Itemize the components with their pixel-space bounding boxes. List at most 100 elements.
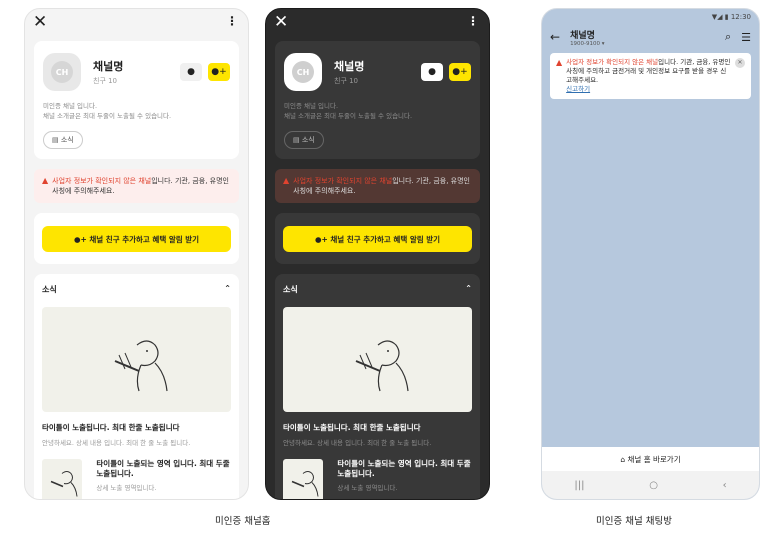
menu-icon[interactable]: ☰ xyxy=(741,31,751,44)
add-channel-icon: ●+ xyxy=(452,67,468,77)
status-time: 12:30 xyxy=(730,13,751,21)
channel-description: 미인증 채널 입니다. 채널 소개글은 최대 두줄이 노출될 수 있습니다. xyxy=(43,101,230,121)
news-button-label: 소식 xyxy=(60,136,74,144)
home-icon: ⌂ xyxy=(620,454,628,464)
back-arrow-icon[interactable]: ← xyxy=(550,30,560,44)
list-item[interactable]: 타이틀이 노출되는 영역 입니다. 최대 두줄 노출됩니다. 상세 노출 영역입… xyxy=(42,459,231,499)
channel-name: 채널명 xyxy=(93,60,124,73)
warning-banner: ▲ 사업자 정보가 확인되지 않은 채널입니다. 기관, 금융, 유명인 사칭에… xyxy=(34,169,239,203)
thumbnail xyxy=(42,459,83,499)
warning-banner: ▲ 사업자 정보가 확인되지 않은 채널입니다. 기관, 금융, 유명인 사칭에… xyxy=(550,53,751,99)
top-bar: ✕ ⋮ xyxy=(25,9,248,37)
post-image[interactable] xyxy=(42,307,231,412)
news-section-title: 소식 xyxy=(42,285,57,294)
friend-count: 친구 10 xyxy=(334,77,359,85)
report-link[interactable]: 신고하기 xyxy=(566,85,590,93)
avatar: CH xyxy=(43,53,81,91)
add-friend-label: 채널 친구 추가하고 혜택 알림 받기 xyxy=(330,234,441,244)
thumbnail xyxy=(283,459,324,499)
more-icon[interactable]: ⋮ xyxy=(226,14,238,28)
person-phone-illustration xyxy=(114,339,168,391)
chevron-up-icon[interactable]: ⌃ xyxy=(224,284,231,295)
warning-text: 사업자 정보가 확인되지 않은 채널입니다. 기관, 금융, 유명인 사칭에 주… xyxy=(52,176,231,196)
channel-description: 미인증 채널 입니다. 채널 소개글은 최대 두줄이 노출될 수 있습니다. xyxy=(284,101,471,121)
channel-chat-room: ▼◢ ▮ 12:30 ← 채널명 1900-9100 ▾ ⌕ ☰ ▲ 사업자 정… xyxy=(541,8,760,500)
warning-text: 사업자 정보가 확인되지 않은 채널입니다. 기관, 금융, 유명인 사칭에 주… xyxy=(293,176,472,196)
warning-banner: ▲ 사업자 정보가 확인되지 않은 채널입니다. 기관, 금융, 유명인 사칭에… xyxy=(275,169,480,203)
caption-right: 미인증 채널 채팅방 xyxy=(596,516,672,527)
news-section: 소식 ⌃ 타이틀이 노출됩니다. 최대 한줄 노출됩니다 안녕하세요. 상세 내용… xyxy=(34,274,239,499)
status-bar: ▼◢ ▮ 12:30 xyxy=(542,9,759,25)
add-friend-button[interactable]: ●+ 채널 친구 추가하고 혜택 알림 받기 xyxy=(42,226,231,252)
news-section: 소식 ⌃ 타이틀이 노출됩니다. 최대 한줄 노출됩니다 안녕하세요. 상세 내용… xyxy=(275,274,480,499)
list-item[interactable]: 타이틀이 노출되는 영역 입니다. 최대 두줄 노출됩니다. 상세 노출 영역입… xyxy=(283,459,472,499)
close-icon[interactable]: ✕ xyxy=(735,58,745,68)
desc-line: 미인증 채널 입니다. xyxy=(284,102,339,110)
desc-line: 채널 소개글은 최대 두줄이 노출될 수 있습니다. xyxy=(43,112,172,120)
post-image[interactable] xyxy=(283,307,472,412)
channel-home-light: ✕ ⋮ CH 채널명 친구 10 ● ●+ 미인증 채널 입니다. 채널 소개글… xyxy=(24,8,249,500)
chat-bubble-icon: ● xyxy=(428,67,436,77)
person-phone-illustration xyxy=(291,471,319,497)
item-subtitle: 상세 노출 영역입니다. xyxy=(337,484,398,492)
chat-button[interactable]: ● xyxy=(180,63,202,81)
news-button[interactable]: ▤ 소식 xyxy=(43,131,83,149)
desc-line: 채널 소개글은 최대 두줄이 노출될 수 있습니다. xyxy=(284,112,413,120)
post-subtitle: 안녕하세요. 상세 내용 입니다. 최대 한 줄 노출 됩니다. xyxy=(283,439,432,447)
friend-count: 친구 10 xyxy=(93,77,118,85)
profile-card: CH 채널명 친구 10 ● ●+ 미인증 채널 입니다. 채널 소개글은 최대… xyxy=(34,41,239,159)
warning-text: 사업자 정보가 확인되지 않은 채널입니다. 기관, 금융, 유명인 사칭에 주… xyxy=(566,58,731,94)
chat-bubble-icon: ● xyxy=(187,67,195,77)
chat-header: ← 채널명 1900-9100 ▾ ⌕ ☰ xyxy=(542,25,759,49)
post-subtitle: 안녕하세요. 상세 내용 입니다. 최대 한 줄 노출 됩니다. xyxy=(42,439,191,447)
warning-highlight: 사업자 정보가 확인되지 않은 채널 xyxy=(566,58,659,66)
news-button[interactable]: ▤ 소식 xyxy=(284,131,324,149)
desc-line: 미인증 채널 입니다. xyxy=(43,102,98,110)
add-friend-button[interactable]: ●+ 채널 친구 추가하고 혜택 알림 받기 xyxy=(283,226,472,252)
news-button-label: 소식 xyxy=(301,136,315,144)
phone-number: 1900-9100 xyxy=(570,40,601,47)
channel-home-shortcut[interactable]: ⌂ 채널 홈 바로가기 xyxy=(542,447,759,471)
chevron-up-icon[interactable]: ⌃ xyxy=(465,284,472,295)
warning-highlight: 사업자 정보가 확인되지 않은 채널 xyxy=(293,177,393,185)
home-circle-icon[interactable]: ○ xyxy=(649,480,658,491)
android-nav-bar: ||| ○ ‹ xyxy=(542,471,759,499)
add-channel-icon: ●+ xyxy=(211,67,227,77)
chevron-down-icon: ▾ xyxy=(601,40,605,47)
caption-left: 미인증 채널홈 xyxy=(215,516,271,527)
news-icon: ▤ xyxy=(293,136,300,144)
add-friend-card: ●+ 채널 친구 추가하고 혜택 알림 받기 xyxy=(34,213,239,264)
person-phone-illustration xyxy=(355,339,409,391)
avatar-text: CH xyxy=(292,61,314,83)
warning-icon: ▲ xyxy=(42,176,49,185)
back-chevron-icon[interactable]: ‹ xyxy=(723,480,727,491)
more-icon[interactable]: ⋮ xyxy=(467,14,479,28)
post-title[interactable]: 타이틀이 노출됩니다. 최대 한줄 노출됩니다 xyxy=(42,422,231,433)
close-icon[interactable]: ✕ xyxy=(33,13,47,31)
chat-button[interactable]: ● xyxy=(421,63,443,81)
search-icon[interactable]: ⌕ xyxy=(725,30,731,44)
news-section-title: 소식 xyxy=(283,285,298,294)
item-title: 타이틀이 노출되는 영역 입니다. 최대 두줄 노출됩니다. xyxy=(96,459,230,478)
person-phone-illustration xyxy=(50,471,78,497)
avatar-text: CH xyxy=(51,61,73,83)
post-title[interactable]: 타이틀이 노출됩니다. 최대 한줄 노출됩니다 xyxy=(283,422,472,433)
close-icon[interactable]: ✕ xyxy=(274,13,288,31)
add-friend-card: ●+ 채널 친구 추가하고 혜택 알림 받기 xyxy=(275,213,480,264)
recents-icon[interactable]: ||| xyxy=(574,480,584,491)
add-channel-button[interactable]: ●+ xyxy=(208,63,230,81)
channel-name: 채널명 xyxy=(334,60,365,73)
battery-icon: ▮ xyxy=(724,13,729,21)
signal-icon: ◢ xyxy=(717,13,723,21)
channel-home-dark: ✕ ⋮ CH 채널명 친구 10 ● ●+ 미인증 채널 입니다. 채널 소개글… xyxy=(265,8,490,500)
item-subtitle: 상세 노출 영역입니다. xyxy=(96,484,157,492)
warning-icon: ▲ xyxy=(283,176,290,185)
chat-phone[interactable]: 1900-9100 ▾ xyxy=(570,41,715,47)
add-channel-button[interactable]: ●+ xyxy=(449,63,471,81)
profile-card: CH 채널명 친구 10 ● ●+ 미인증 채널 입니다. 채널 소개글은 최대… xyxy=(275,41,480,159)
add-channel-icon: ●+ xyxy=(73,234,90,244)
chat-title: 채널명 xyxy=(570,30,595,41)
add-channel-icon: ●+ xyxy=(314,234,331,244)
item-title: 타이틀이 노출되는 영역 입니다. 최대 두줄 노출됩니다. xyxy=(337,459,471,478)
shortcut-label: 채널 홈 바로가기 xyxy=(627,454,681,464)
